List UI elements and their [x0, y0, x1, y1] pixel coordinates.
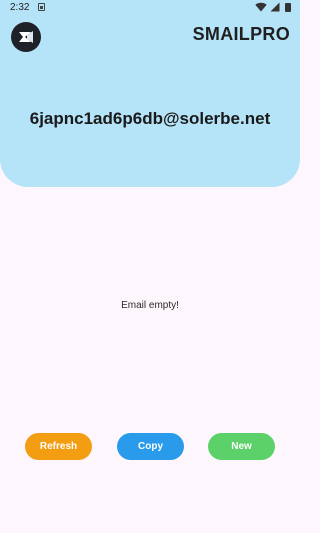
empty-inbox-message: Email empty! [121, 300, 179, 311]
app-logo-icon[interactable] [11, 22, 41, 52]
new-email-button[interactable]: New [208, 433, 275, 460]
status-bar: 2:32 [0, 0, 300, 16]
app-title: SMAILPRO [192, 24, 290, 44]
header-panel: 2:32 SMAILPRO 6japnc1ad6p6db@solerbe.net [0, 0, 300, 187]
sim-card-icon [38, 3, 45, 11]
email-address[interactable]: 6japnc1ad6p6db@solerbe.net [0, 109, 300, 129]
wifi-icon [255, 2, 267, 15]
battery-icon [285, 3, 291, 12]
status-time: 2:32 [10, 2, 30, 13]
copy-button[interactable]: Copy [117, 433, 184, 460]
refresh-button[interactable]: Refresh [25, 433, 92, 460]
cell-signal-icon [270, 2, 280, 15]
